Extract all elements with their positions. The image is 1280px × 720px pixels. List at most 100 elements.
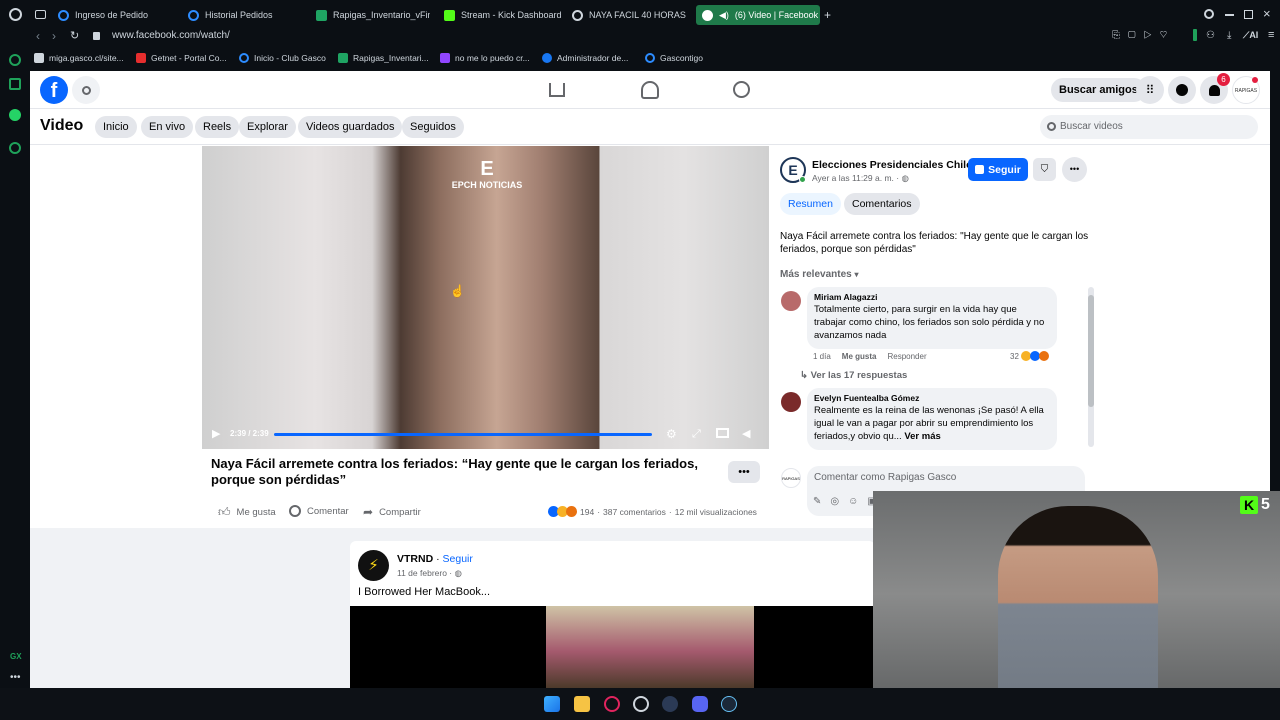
groups-icon[interactable]	[733, 81, 750, 98]
tab-videos-guardados[interactable]: Videos guardados	[298, 116, 403, 138]
reactions-summary[interactable]: 194 · 387 comentarios · 12 mil visualiza…	[548, 506, 757, 517]
tab-seguidos[interactable]: Seguidos	[402, 116, 464, 138]
comment-button[interactable]: Comentar	[289, 505, 349, 517]
find-friends-button[interactable]: Buscar amigos	[1051, 78, 1146, 102]
see-more-link[interactable]: Ver más	[904, 431, 940, 442]
pip-icon[interactable]	[716, 428, 729, 438]
minimize-button[interactable]	[1225, 14, 1234, 16]
post-author[interactable]: VTRND	[397, 553, 433, 565]
tab-naya-facil[interactable]: NAYA FACIL 40 HORAS - I	[572, 5, 686, 25]
tab-reels[interactable]: Reels	[195, 116, 240, 138]
post-caption: I Borrowed Her MacBook...	[358, 586, 491, 598]
menu-button[interactable]: ⠿	[1136, 76, 1164, 104]
obs-icon[interactable]	[633, 696, 649, 712]
comment-reply-link[interactable]: Responder	[887, 352, 926, 361]
friends-icon[interactable]	[641, 81, 659, 99]
comment-reactions[interactable]: 32	[1010, 351, 1049, 361]
user-icon[interactable]: ⚇	[1206, 30, 1215, 41]
share-button[interactable]: ➦ Compartir	[363, 505, 421, 519]
volume-icon[interactable]: ◀	[742, 427, 750, 440]
tab-ingreso-pedido[interactable]: Ingreso de Pedido	[58, 5, 178, 25]
ai-button[interactable]: ⟋AI	[1243, 30, 1258, 41]
save-button[interactable]: ⛉	[1033, 158, 1056, 181]
commenter-avatar[interactable]	[781, 392, 801, 412]
gx-shop-icon[interactable]	[9, 78, 21, 90]
new-tab-button[interactable]: +	[824, 8, 831, 22]
tab-list-icon[interactable]	[35, 10, 46, 19]
follow-button[interactable]: Seguir	[968, 158, 1028, 181]
bookmark-meta[interactable]: Administrador de...	[542, 53, 628, 63]
more-options-button[interactable]: •••	[1062, 157, 1087, 182]
search-tabs-icon[interactable]	[1204, 9, 1214, 19]
gx-control-icon[interactable]	[9, 54, 21, 66]
more-icon[interactable]: •••	[10, 672, 21, 683]
steam-icon[interactable]	[721, 696, 737, 712]
download-icon[interactable]: ⤓	[1227, 30, 1231, 41]
bell-icon	[1208, 84, 1220, 96]
page-name[interactable]: Elecciones Presidenciales Chile	[812, 159, 972, 171]
browser-logo-icon[interactable]	[9, 8, 22, 21]
maximize-button[interactable]	[1244, 10, 1253, 19]
bookmark-gascontigo[interactable]: Gascontigo	[645, 53, 703, 63]
url-field[interactable]: www.facebook.com/watch/	[112, 30, 230, 41]
vtrnd-avatar[interactable]: ⚡︎	[358, 550, 389, 581]
menu-icon[interactable]: ≡	[1268, 29, 1274, 41]
sticker-icon[interactable]: ✎	[813, 496, 821, 507]
post-video[interactable]	[350, 606, 875, 688]
play-button[interactable]: ▶	[212, 427, 220, 440]
comments-count[interactable]: 387 comentarios	[603, 507, 666, 517]
emoji-icon[interactable]: ☺	[848, 496, 858, 507]
settings-icon[interactable]	[9, 142, 21, 154]
bookmark-club-gasco[interactable]: Inicio - Club Gasco	[239, 53, 326, 63]
post-follow-link[interactable]: Seguir	[443, 553, 473, 565]
sort-dropdown[interactable]: Más relevantes ▾	[780, 269, 859, 280]
tab-explorar[interactable]: Explorar	[239, 116, 296, 138]
tab-kick-dashboard[interactable]: Stream - Kick Dashboard	[444, 5, 564, 25]
scrollbar-thumb[interactable]	[1088, 295, 1094, 407]
facebook-logo-icon[interactable]: f	[40, 76, 68, 104]
tab-summary[interactable]: Resumen	[780, 193, 841, 215]
messenger-button[interactable]	[1168, 76, 1196, 104]
windows-taskbar	[0, 688, 1280, 720]
forward-icon[interactable]: ›	[52, 29, 56, 43]
settings-icon[interactable]: ⚙	[666, 427, 677, 441]
bookmark-getnet[interactable]: Getnet - Portal Co...	[136, 53, 227, 63]
view-replies-link[interactable]: ↳ Ver las 17 respuestas	[800, 370, 907, 381]
video-options-button[interactable]: •••	[728, 461, 760, 483]
comment-author[interactable]: Miriam Alagazzi	[814, 292, 1050, 302]
tab-inicio[interactable]: Inicio	[95, 116, 137, 138]
like-button[interactable]: 👍︎ Me gusta	[218, 505, 276, 520]
post-date: 11 de febrero · ◍	[397, 568, 462, 578]
bookmark-rapigas[interactable]: Rapigas_Inventari...	[338, 53, 429, 63]
comment-age[interactable]: 1 día	[813, 352, 831, 361]
bookmark-twitch[interactable]: no me lo puedo cr...	[440, 53, 530, 63]
search-button[interactable]	[72, 76, 100, 104]
expand-icon[interactable]: ⤢	[692, 428, 701, 441]
whatsapp-icon[interactable]	[9, 109, 21, 121]
extensions-icons[interactable]: ⎘▢▷♡	[1112, 30, 1175, 41]
windows-start-icon[interactable]	[544, 696, 560, 712]
tab-rapigas-inventario[interactable]: Rapigas_Inventario_vFina	[316, 5, 430, 25]
home-icon[interactable]	[549, 83, 565, 97]
video-player[interactable]: E EPCH NOTICIAS ☝ ▶ 2:39 / 2:39 ⚙ ⤢ ◀	[202, 146, 769, 449]
file-explorer-icon[interactable]	[574, 696, 590, 712]
avatar-sticker-icon[interactable]: ◎	[830, 496, 839, 507]
close-button[interactable]: ×	[1263, 6, 1271, 21]
tab-comments[interactable]: Comentarios	[844, 193, 920, 215]
video-search-field[interactable]: Buscar videos	[1040, 115, 1258, 139]
back-icon[interactable]: ‹	[36, 29, 40, 43]
progress-track[interactable]	[274, 433, 652, 436]
app-icon[interactable]	[662, 696, 678, 712]
bookmark-miga[interactable]: miga.gasco.cl/site...	[34, 53, 124, 63]
comment-like-link[interactable]: Me gusta	[842, 352, 877, 361]
comment-author[interactable]: Evelyn Fuentealba Gómez	[814, 393, 1050, 403]
opera-gx-icon[interactable]	[604, 696, 620, 712]
tab-en-vivo[interactable]: En vivo	[141, 116, 194, 138]
reload-icon[interactable]: ↻	[70, 29, 79, 42]
tab-historial-pedidos[interactable]: Historial Pedidos	[188, 5, 308, 25]
speaker-icon[interactable]: ◀)	[719, 10, 729, 21]
discord-icon[interactable]	[692, 696, 708, 712]
commenter-avatar[interactable]	[781, 291, 801, 311]
comments-scrollbar[interactable]	[1088, 287, 1094, 447]
tab-facebook-video[interactable]: ◀) (6) Video | Facebook	[696, 5, 820, 25]
